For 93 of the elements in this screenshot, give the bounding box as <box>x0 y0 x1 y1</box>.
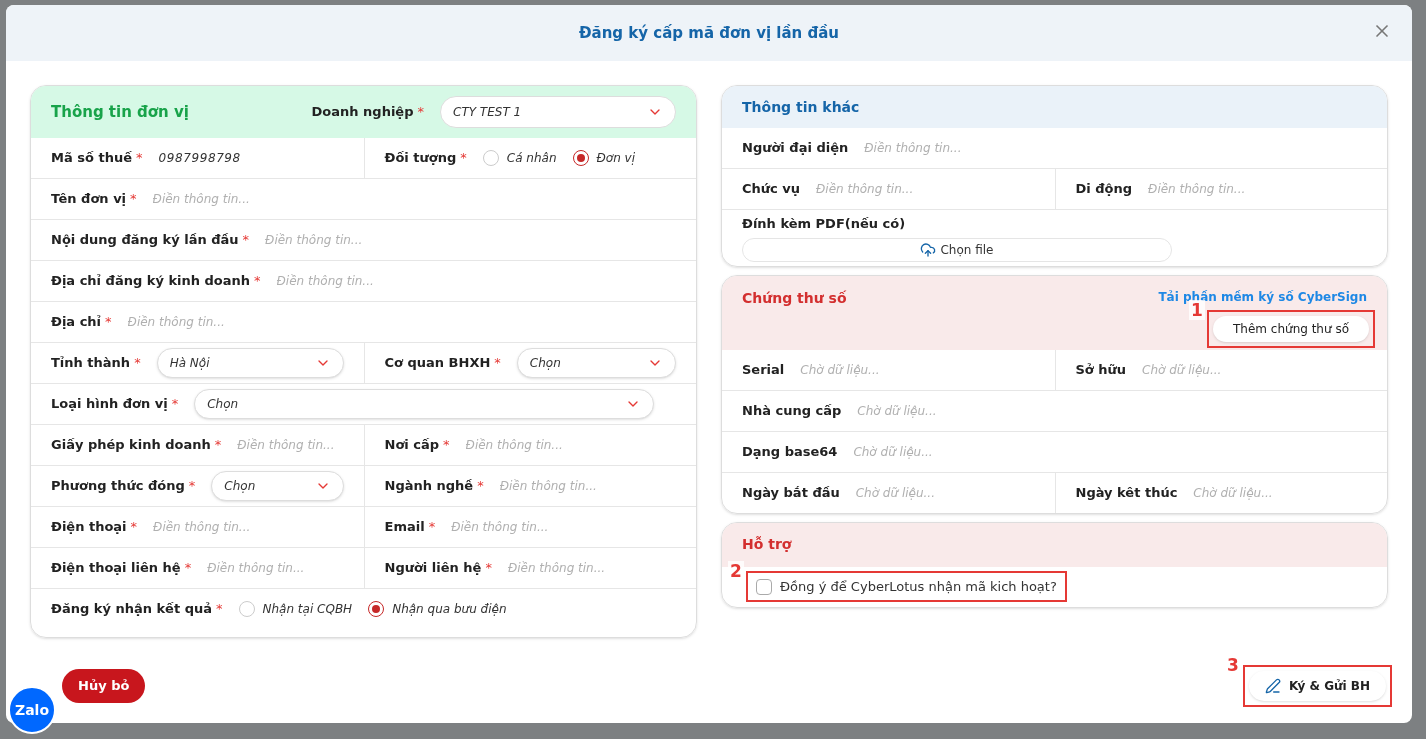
field-label: Doanh nghiệp <box>311 103 414 122</box>
select-field[interactable]: Hà Nội <box>156 348 344 378</box>
field-label: Người liên hệ <box>384 559 482 578</box>
field-label: Mã số thuế <box>51 149 132 168</box>
field-label: Điện thoại liên hệ <box>51 559 181 578</box>
input-field[interactable]: Điền thông tin... <box>265 231 676 249</box>
input-field[interactable]: Điền thông tin... <box>465 436 676 454</box>
required-mark: * <box>477 477 484 496</box>
input-field[interactable]: Điền thông tin... <box>507 559 676 577</box>
field-label: Nhà cung cấp <box>742 401 842 420</box>
required-mark: * <box>485 559 492 578</box>
required-mark: * <box>105 313 112 332</box>
chat-bubble[interactable]: Zalo <box>8 686 56 734</box>
input-field[interactable]: Điền thông tin... <box>152 190 676 208</box>
input-field[interactable]: Điền thông tin... <box>276 272 676 290</box>
checkbox-label: Đồng ý để CyberLotus nhận mã kich hoạt? <box>780 577 1057 596</box>
field-label: Đính kèm PDF(nếu có) <box>742 215 906 233</box>
field-label: Chức vụ <box>742 180 800 199</box>
required-mark: * <box>171 395 179 414</box>
required-mark: * <box>130 190 137 209</box>
card-title: Thông tin khác <box>742 97 860 117</box>
field-value[interactable]: 0987998798 <box>158 149 241 167</box>
input-field[interactable]: Điền thông tin... <box>127 313 676 331</box>
field-label: Địa chỉ đăng ký kinh doanh <box>51 272 251 291</box>
field-label: Tỉnh thành <box>51 354 131 373</box>
field-label: Ngày bắt đầu <box>742 483 840 502</box>
field-label: Điện thoại <box>51 518 127 537</box>
radio-label: Nhận qua bưu điện <box>392 601 507 618</box>
select-field[interactable]: CTY TEST 1 <box>440 96 676 128</box>
required-mark: * <box>216 600 223 619</box>
input-field[interactable]: Điền thông tin... <box>499 477 676 495</box>
select-field[interactable]: Chọn <box>516 348 676 378</box>
input-field[interactable]: Chờ dữ liệu... <box>1142 360 1367 379</box>
select-field[interactable]: Chọn <box>211 471 344 501</box>
required-mark: * <box>254 272 261 291</box>
field-label: Người đại diện <box>742 139 849 158</box>
input-field[interactable]: Điền thông tin... <box>207 559 344 577</box>
field-label: Phương thức đóng <box>51 477 185 496</box>
cancel-button[interactable]: Hủy bỏ <box>62 669 146 703</box>
required-mark: * <box>460 149 467 168</box>
input-field[interactable]: Điền thông tin... <box>153 518 344 536</box>
required-mark: * <box>188 477 196 496</box>
required-mark: * <box>184 559 192 578</box>
card-title: Thông tin đơn vị <box>51 101 189 123</box>
field-label: Đăng ký nhận kết quả <box>51 600 212 619</box>
field-label: Loại hình đơn vị <box>51 395 168 414</box>
field-label: Serial <box>742 360 785 379</box>
annotation-number: 1 <box>1189 299 1205 320</box>
required-mark: * <box>134 354 141 373</box>
required-mark: * <box>494 354 501 373</box>
card-title: Chứng thư số <box>742 288 847 308</box>
field-label: Cơ quan BHXH <box>384 354 491 373</box>
sign-send-button[interactable]: Ký & Gửi BH <box>1248 671 1386 701</box>
input-field[interactable]: Điền thông tin... <box>237 436 344 454</box>
field-label: Ngày kêt thúc <box>1075 483 1178 502</box>
radio-label: Nhận tại CQBH <box>262 601 353 618</box>
field-label: Ngành nghề <box>384 477 474 496</box>
required-mark: * <box>428 518 436 537</box>
dialog-title: Đăng ký cấp mã đơn vị lần đầu <box>578 22 839 44</box>
field-label: Giấy phép kinh doanh <box>51 436 211 455</box>
choose-file-button[interactable]: Chọn file <box>742 237 1172 262</box>
field-label: Dạng base64 <box>742 442 838 461</box>
card-title: Hỗ trợ <box>742 535 792 554</box>
field-label: Sở hữu <box>1075 360 1127 379</box>
upload-icon <box>920 241 937 258</box>
field-label: Địa chỉ <box>51 313 102 332</box>
input-field[interactable]: Chờ dữ liệu... <box>855 483 1035 502</box>
field-label: Nơi cấp <box>384 436 440 455</box>
input-field[interactable]: Chờ dữ liệu... <box>853 442 1367 461</box>
pen-icon <box>1264 678 1281 694</box>
input-field[interactable]: Điền thông tin... <box>1148 180 1367 198</box>
select-field[interactable]: Chọn <box>194 389 655 419</box>
required-mark: * <box>417 103 424 122</box>
input-field[interactable]: Điền thông tin... <box>816 180 1035 198</box>
input-field[interactable]: Chờ dữ liệu... <box>1193 483 1367 502</box>
required-mark: * <box>242 231 250 250</box>
field-label: Di động <box>1075 180 1133 199</box>
radio-label: Cá nhân <box>506 150 557 167</box>
input-field[interactable]: Điền thông tin... <box>451 518 676 536</box>
required-mark: * <box>214 436 222 455</box>
required-mark: * <box>136 149 143 168</box>
input-field[interactable]: Điền thông tin... <box>864 139 1367 157</box>
input-field[interactable]: Chờ dữ liệu... <box>800 360 1035 379</box>
required-mark: * <box>130 518 138 537</box>
checkbox[interactable] <box>756 578 772 595</box>
field-label: Đối tượng <box>384 149 457 168</box>
field-label: Tên đơn vị <box>51 190 127 209</box>
add-certificate-button[interactable]: Thêm chứng thư số <box>1213 315 1369 342</box>
field-label: Email <box>384 518 425 537</box>
radio-label: Đơn vị <box>596 150 635 167</box>
input-field[interactable]: Chờ dữ liệu... <box>857 401 1367 420</box>
required-mark: * <box>443 436 450 455</box>
field-label: Nội dung đăng ký lần đầu <box>51 231 239 250</box>
